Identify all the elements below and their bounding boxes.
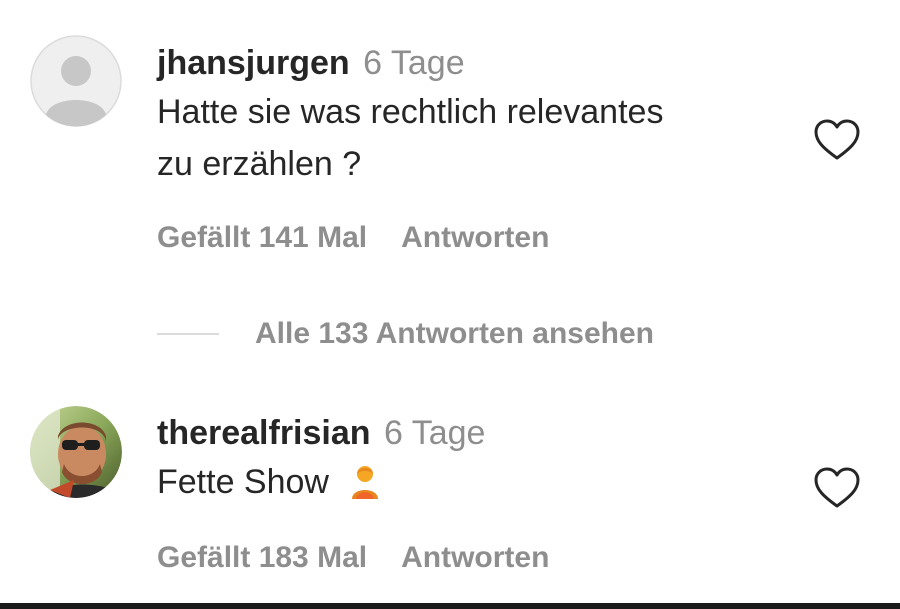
- heart-outline-icon: [814, 467, 860, 508]
- divider: [157, 333, 219, 335]
- comment-text: Fette Show: [157, 456, 777, 508]
- comment-text-line: zu erzählen ?: [157, 145, 362, 183]
- comment-item: therealfrisian 6 Tage Fette Show Gefällt…: [0, 380, 900, 600]
- comment-item: jhansjurgen 6 Tage Hatte sie was rechtli…: [0, 0, 900, 300]
- comment-text: Hatte sie was rechtlich relevantes zu er…: [157, 86, 777, 190]
- like-button[interactable]: [813, 118, 861, 162]
- comment-text-line: Fette Show: [157, 463, 329, 501]
- comment-text-line: Hatte sie was rechtlich relevantes: [157, 93, 664, 131]
- view-replies-button[interactable]: Alle 133 Antworten ansehen: [157, 314, 654, 354]
- reply-button[interactable]: Antworten: [401, 221, 549, 254]
- username[interactable]: jhansjurgen: [157, 44, 350, 82]
- user-photo-avatar: [30, 406, 122, 498]
- comment-header: jhansjurgen 6 Tage: [157, 42, 777, 84]
- reply-button[interactable]: Antworten: [401, 541, 549, 574]
- timestamp[interactable]: 6 Tage: [363, 44, 464, 82]
- comment-body: jhansjurgen 6 Tage Hatte sie was rechtli…: [157, 42, 777, 190]
- person-emoji-icon: [352, 466, 379, 499]
- view-replies-label: Alle 133 Antworten ansehen: [255, 317, 654, 350]
- comment-actions: Gefällt 141 Mal Antworten: [157, 220, 549, 256]
- default-user-avatar-icon: [30, 35, 122, 127]
- comment-header: therealfrisian 6 Tage: [157, 412, 777, 454]
- avatar[interactable]: [30, 35, 122, 127]
- comment-body: therealfrisian 6 Tage Fette Show: [157, 412, 777, 508]
- likes-count[interactable]: Gefällt 183 Mal: [157, 541, 367, 574]
- comment-actions: Gefällt 183 Mal Antworten: [157, 540, 549, 576]
- avatar[interactable]: [30, 406, 122, 498]
- heart-outline-icon: [814, 119, 860, 160]
- like-button[interactable]: [813, 466, 861, 510]
- username[interactable]: therealfrisian: [157, 414, 371, 452]
- likes-count[interactable]: Gefällt 141 Mal: [157, 221, 367, 254]
- divider: [0, 603, 900, 609]
- timestamp[interactable]: 6 Tage: [384, 414, 485, 452]
